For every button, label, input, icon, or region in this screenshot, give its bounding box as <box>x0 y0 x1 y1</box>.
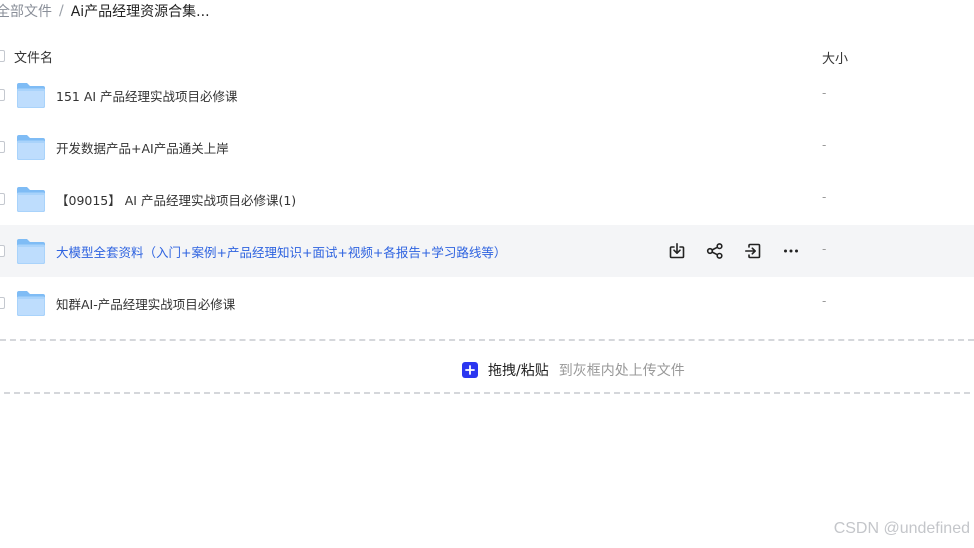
share-icon <box>706 243 723 259</box>
file-name[interactable]: 大模型全套资料（入门+案例+产品经理知识+面试+视频+各报告+学习路线等） <box>56 242 506 261</box>
folder-icon <box>17 83 45 108</box>
file-size: - <box>822 138 827 152</box>
file-list: 151 AI 产品经理实战项目必修课 - 开发数据产品+AI产品通关上岸 - 【… <box>0 69 974 329</box>
upload-dropzone-top-border <box>0 339 974 341</box>
file-name[interactable]: 开发数据产品+AI产品通关上岸 <box>56 138 229 157</box>
row-checkbox[interactable] <box>0 89 5 101</box>
file-manager-page: 全部文件 / Ai产品经理资源合集... 文件名 大小 151 AI 产品经理实… <box>0 0 974 548</box>
table-row[interactable]: 【09015】 AI 产品经理实战项目必修课(1) - <box>0 173 974 225</box>
file-name[interactable]: 【09015】 AI 产品经理实战项目必修课(1) <box>56 190 296 209</box>
folder-icon <box>17 135 45 160</box>
file-name[interactable]: 151 AI 产品经理实战项目必修课 <box>56 86 238 105</box>
row-checkbox[interactable] <box>0 297 5 309</box>
column-header-size[interactable]: 大小 <box>822 48 848 67</box>
table-row[interactable]: 开发数据产品+AI产品通关上岸 - <box>0 121 974 173</box>
row-checkbox[interactable] <box>0 245 5 257</box>
breadcrumb-separator: / <box>59 3 64 19</box>
download-button[interactable] <box>664 239 690 263</box>
row-checkbox[interactable] <box>0 193 5 205</box>
upload-button[interactable] <box>462 362 478 378</box>
upload-dropzone-bottom-border <box>4 392 970 394</box>
upload-hint: 到灰框内处上传文件 <box>558 363 685 379</box>
breadcrumb: 全部文件 / Ai产品经理资源合集... <box>0 0 210 22</box>
move-button[interactable] <box>740 239 766 263</box>
file-name[interactable]: 知群AI-产品经理实战项目必修课 <box>56 294 235 313</box>
plus-icon <box>465 365 475 375</box>
breadcrumb-root-link[interactable]: 全部文件 <box>0 1 52 21</box>
table-row[interactable]: 大模型全套资料（入门+案例+产品经理知识+面试+视频+各报告+学习路线等） - <box>0 225 974 277</box>
table-header: 文件名 大小 <box>0 44 974 68</box>
upload-dropzone[interactable]: 拖拽/粘贴 到灰框内处上传文件 <box>462 360 685 380</box>
row-checkbox[interactable] <box>0 141 5 153</box>
more-icon <box>784 249 798 253</box>
folder-icon <box>17 187 45 212</box>
share-button[interactable] <box>702 239 728 263</box>
more-button[interactable] <box>778 239 804 263</box>
watermark: CSDN @undefined <box>833 520 970 537</box>
upload-label: 拖拽/粘贴 <box>488 363 549 379</box>
file-size: - <box>822 86 827 100</box>
file-size: - <box>822 190 827 204</box>
breadcrumb-current: Ai产品经理资源合集... <box>70 4 210 20</box>
column-header-name[interactable]: 文件名 <box>14 47 53 66</box>
select-all-checkbox[interactable] <box>0 50 5 62</box>
table-row[interactable]: 知群AI-产品经理实战项目必修课 - <box>0 277 974 329</box>
download-icon <box>669 243 685 259</box>
file-size: - <box>822 294 827 308</box>
move-icon <box>745 243 761 259</box>
folder-icon <box>17 291 45 316</box>
row-actions <box>664 239 816 263</box>
table-row[interactable]: 151 AI 产品经理实战项目必修课 - <box>0 69 974 121</box>
folder-icon <box>17 239 45 264</box>
file-size: - <box>822 242 827 256</box>
